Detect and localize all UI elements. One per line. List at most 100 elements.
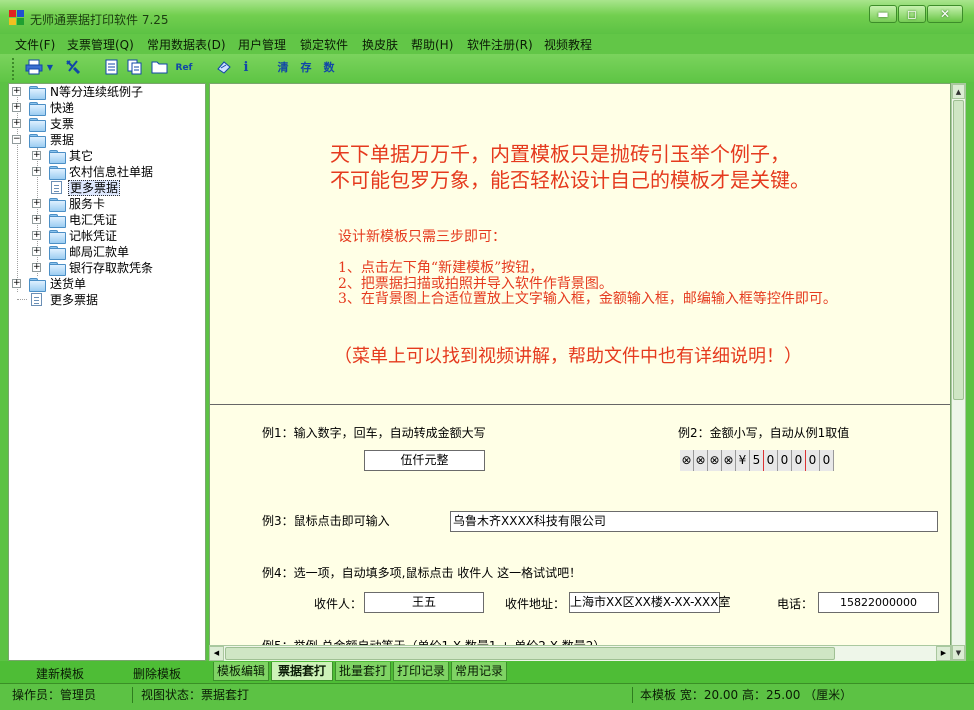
toolbar: ▼ Ref i 清 存 数 — [0, 54, 974, 82]
collapse-icon[interactable]: − — [12, 135, 21, 144]
info-icon[interactable]: i — [240, 59, 252, 77]
tools-icon[interactable] — [64, 59, 82, 77]
status-template-size: 本模板 宽：20.00 高：25.00 （厘米） — [640, 688, 853, 702]
scroll-down-icon[interactable]: ▼ — [952, 645, 965, 660]
menu-check-management[interactable]: 支票管理(Q) — [67, 36, 134, 53]
intro-line-1: 天下单据万万千，内置模板只是抛砖引玉举个例子， — [330, 142, 790, 166]
steps-title: 设计新模板只需三步即可： — [338, 229, 506, 245]
address-field[interactable]: 上海市XX区XX楼X-XX-XXX室 — [569, 592, 730, 613]
help-note: （菜单上可以找到视频讲解，帮助文件中也有详细说明！） — [334, 346, 802, 367]
expand-icon[interactable]: + — [32, 167, 41, 176]
recipient-field[interactable]: 王五 — [364, 592, 484, 613]
phone-field[interactable]: 15822000000 — [818, 592, 939, 613]
document-icon — [51, 181, 62, 194]
status-view-state: 视图状态：票据套打 — [141, 688, 250, 702]
tree-item-label: 更多票据 — [50, 293, 99, 307]
menu-user-management[interactable]: 用户管理 — [238, 36, 286, 53]
company-name-field[interactable]: 乌鲁木齐XXXX科技有限公司 — [450, 511, 938, 532]
scrollbar-thumb[interactable] — [953, 100, 964, 400]
folder-open-icon[interactable] — [151, 59, 169, 77]
status-separator — [632, 687, 633, 703]
amount-digit: ⊗ — [722, 450, 736, 471]
close-button[interactable]: ✕ — [927, 5, 963, 23]
menu-help[interactable]: 帮助(H) — [411, 36, 453, 53]
delete-template-button[interactable]: 删除模板 — [133, 665, 181, 682]
horizontal-scrollbar[interactable]: ◀ ▶ — [209, 645, 951, 661]
amount-lowercase-field[interactable]: ⊗ ⊗ ⊗ ⊗ ¥ 5 0 0 0 0 0 — [680, 450, 834, 471]
folder-icon — [49, 166, 66, 180]
phone-label: 电话： — [777, 597, 814, 611]
intro-line-2: 不可能包罗万象，能否轻松设计自己的模板才是关键。 — [330, 168, 810, 192]
maximize-button[interactable]: ◻ — [898, 5, 926, 23]
expand-icon[interactable]: + — [12, 87, 21, 96]
amount-digit: 0 — [792, 450, 806, 471]
expand-icon[interactable]: + — [12, 119, 21, 128]
example-4-label: 例4：选一项，自动填多项,鼠标点击 收件人 这一格试试吧！ — [262, 566, 582, 580]
new-template-button[interactable]: 建新模板 — [36, 665, 84, 682]
tree-item-label: 其它 — [69, 149, 94, 163]
printer-icon[interactable] — [24, 59, 44, 77]
tree-item-label: 送货单 — [50, 277, 87, 291]
folder-icon — [49, 262, 66, 276]
menu-lock-software[interactable]: 锁定软件 — [300, 36, 348, 53]
tab-print-records[interactable]: 打印记录 — [393, 662, 449, 681]
menu-bar: 文件(F) 支票管理(Q) 常用数据表(D) 用户管理 锁定软件 换皮肤 帮助(… — [0, 34, 974, 54]
tab-template-edit[interactable]: 模板编辑 — [213, 662, 269, 681]
example-3-label: 例3：鼠标点击即可输入 — [262, 514, 390, 528]
status-separator — [132, 687, 133, 703]
scroll-left-icon[interactable]: ◀ — [209, 646, 224, 661]
dropdown-arrow-icon[interactable]: ▼ — [45, 59, 55, 77]
menu-video-tutorial[interactable]: 视频教程 — [544, 36, 592, 53]
template-preview: 天下单据万万千，内置模板只是抛砖引玉举个例子， 不可能包罗万象，能否轻松设计自己… — [209, 83, 951, 661]
tree-item-label: 电汇凭证 — [69, 213, 118, 227]
step-2: 2、把票据扫描或拍照并导入软件作背景图。 — [338, 276, 613, 292]
tab-common-records[interactable]: 常用记录 — [451, 662, 507, 681]
amount-uppercase-field[interactable]: 伍仟元整 — [364, 450, 485, 471]
expand-icon[interactable]: + — [12, 279, 21, 288]
tree-item-label: 支票 — [50, 117, 75, 131]
document-icon — [31, 293, 42, 306]
scrollbar-thumb[interactable] — [225, 647, 835, 660]
tab-batch-print[interactable]: 批量套打 — [335, 662, 391, 681]
data-button[interactable]: 数 — [322, 59, 336, 77]
refresh-icon[interactable]: Ref — [175, 59, 193, 77]
document-icon[interactable] — [104, 59, 120, 77]
menu-common-data[interactable]: 常用数据表(D) — [147, 36, 226, 53]
folder-icon — [29, 278, 46, 292]
status-bar: 操作员：管理员 视图状态：票据套打 本模板 宽：20.00 高：25.00 （厘… — [0, 683, 974, 710]
folder-open-icon — [29, 134, 46, 148]
settings-icon[interactable] — [215, 59, 233, 77]
menu-register[interactable]: 软件注册(R) — [467, 36, 533, 53]
scroll-right-icon[interactable]: ▶ — [936, 646, 951, 661]
copy-icon[interactable] — [127, 59, 143, 77]
expand-icon[interactable]: + — [32, 247, 41, 256]
vertical-scrollbar[interactable]: ▲ ▼ — [951, 83, 966, 661]
toolbar-grip[interactable] — [12, 58, 15, 80]
tree-item-label: 服务卡 — [69, 197, 106, 211]
minimize-button[interactable]: ▬ — [869, 5, 897, 23]
tree-guide — [17, 299, 27, 300]
menu-change-skin[interactable]: 换皮肤 — [362, 36, 398, 53]
expand-icon[interactable]: + — [32, 231, 41, 240]
tab-ticket-print[interactable]: 票据套打 — [271, 662, 333, 681]
amount-digit: 0 — [820, 450, 834, 471]
expand-icon[interactable]: + — [32, 151, 41, 160]
folder-icon — [29, 86, 46, 100]
tree-item-label: 银行存取款凭条 — [69, 261, 154, 275]
amount-digit: 5 — [750, 450, 764, 471]
clear-button[interactable]: 清 — [276, 59, 290, 77]
save-button[interactable]: 存 — [299, 59, 313, 77]
tree-item-label: 票据 — [50, 133, 75, 147]
expand-icon[interactable]: + — [32, 263, 41, 272]
example-1-label: 例1：输入数字，回车，自动转成金额大写 — [262, 426, 486, 440]
app-logo-icon — [9, 10, 25, 26]
expand-icon[interactable]: + — [12, 103, 21, 112]
amount-digit: ¥ — [736, 450, 750, 471]
expand-icon[interactable]: + — [32, 215, 41, 224]
tree-item-label: N等分连续纸例子 — [50, 85, 143, 99]
scroll-up-icon[interactable]: ▲ — [952, 84, 965, 99]
folder-icon — [49, 198, 66, 212]
recipient-label[interactable]: 收件人： — [314, 595, 362, 612]
expand-icon[interactable]: + — [32, 199, 41, 208]
menu-file[interactable]: 文件(F) — [15, 36, 55, 53]
